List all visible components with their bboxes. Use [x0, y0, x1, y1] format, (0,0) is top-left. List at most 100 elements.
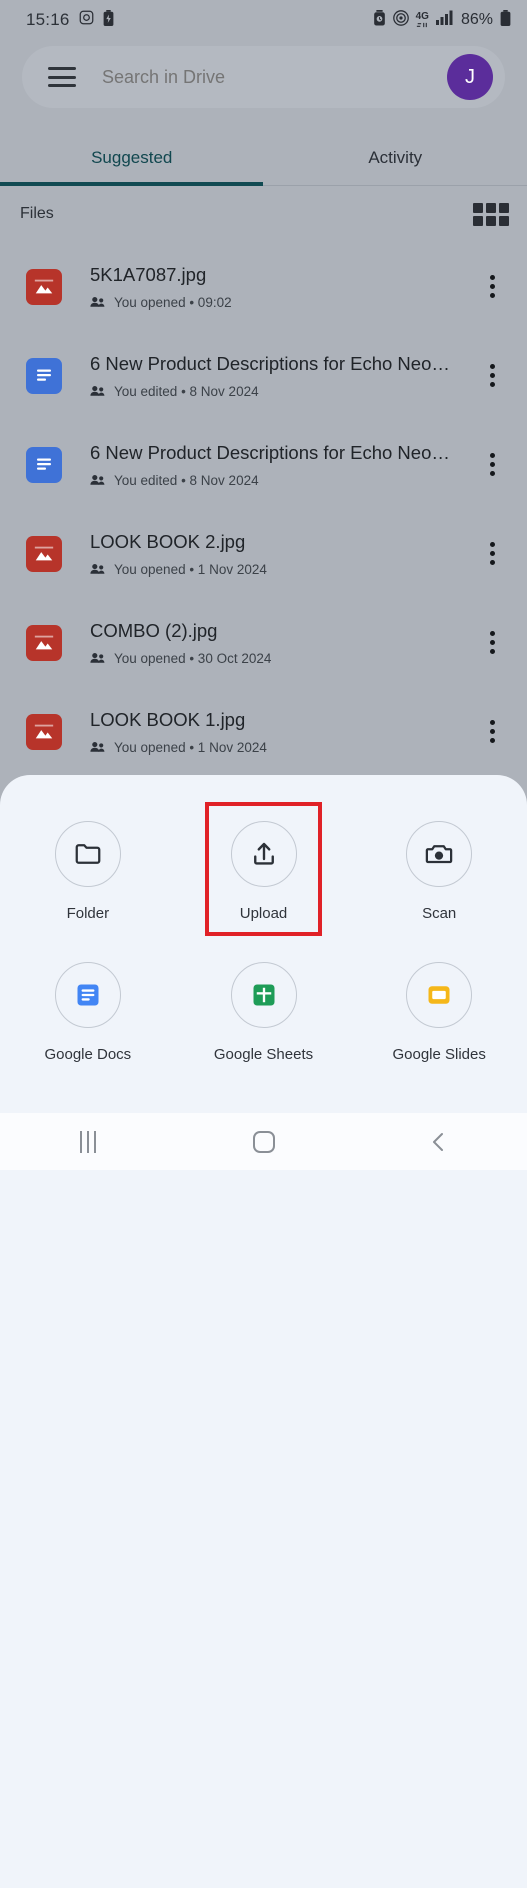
image-file-icon: [26, 714, 62, 750]
table-row[interactable]: LOOK BOOK 1.jpg You opened • 1 Nov 2024: [0, 687, 527, 776]
google-slides-button[interactable]: Google Slides: [351, 952, 527, 1075]
table-row[interactable]: 6 New Product Descriptions for Echo Neo……: [0, 420, 527, 509]
upload-label: Upload: [240, 905, 288, 922]
google-docs-file-icon: [26, 358, 62, 394]
google-sheets-icon-circle: [231, 962, 297, 1028]
people-icon: [90, 385, 106, 397]
file-name: 6 New Product Descriptions for Echo Neo…: [90, 442, 475, 464]
tab-suggested-label: Suggested: [91, 148, 172, 168]
file-meta: You edited • 8 Nov 2024: [90, 473, 475, 488]
google-docs-icon-circle: [55, 962, 121, 1028]
tab-activity-label: Activity: [368, 148, 422, 168]
nav-recents-button[interactable]: [0, 1131, 176, 1153]
tab-activity[interactable]: Activity: [264, 130, 527, 185]
google-sheets-icon: [250, 981, 278, 1009]
network-4g-icon: 4G: [416, 12, 429, 28]
battery-saver-icon: [103, 10, 114, 31]
file-meta-text: You opened • 30 Oct 2024: [114, 651, 271, 666]
nav-back-button[interactable]: [351, 1130, 527, 1154]
create-folder-label: Folder: [67, 905, 110, 922]
image-file-icon: [26, 269, 62, 305]
file-name: LOOK BOOK 2.jpg: [90, 531, 475, 553]
recents-icon: [80, 1131, 96, 1153]
table-row[interactable]: 5K1A7087.jpg You opened • 09:02: [0, 242, 527, 331]
file-list: 5K1A7087.jpg You opened • 09:02 6 New Pr…: [0, 242, 527, 776]
back-chevron-icon: [429, 1130, 449, 1154]
file-more-options-button[interactable]: [475, 364, 509, 387]
google-slides-icon-circle: [406, 962, 472, 1028]
file-meta: You opened • 30 Oct 2024: [90, 651, 475, 666]
tab-bar: Suggested Activity: [0, 130, 527, 186]
google-docs-label: Google Docs: [44, 1046, 131, 1063]
file-more-options-button[interactable]: [475, 542, 509, 565]
hotspot-icon: [393, 10, 409, 31]
scan-label: Scan: [422, 905, 456, 922]
google-sheets-button[interactable]: Google Sheets: [176, 952, 352, 1075]
file-more-options-button[interactable]: [475, 453, 509, 476]
people-icon: [90, 652, 106, 664]
folder-icon: [73, 839, 103, 869]
people-icon: [90, 741, 106, 753]
grid-view-icon[interactable]: [473, 203, 509, 226]
scan-button[interactable]: Scan: [351, 811, 527, 934]
file-name: 5K1A7087.jpg: [90, 264, 475, 286]
google-slides-label: Google Slides: [392, 1046, 485, 1063]
file-meta-text: You opened • 1 Nov 2024: [114, 740, 267, 755]
google-docs-button[interactable]: Google Docs: [0, 952, 176, 1075]
battery-percent-label: 86%: [461, 11, 493, 29]
people-icon: [90, 296, 106, 308]
file-text: LOOK BOOK 1.jpg You opened • 1 Nov 2024: [62, 709, 475, 755]
file-meta: You opened • 1 Nov 2024: [90, 562, 475, 577]
upload-button[interactable]: Upload: [176, 811, 352, 934]
file-more-options-button[interactable]: [475, 631, 509, 654]
avatar[interactable]: J: [447, 54, 493, 100]
google-docs-file-icon: [26, 447, 62, 483]
status-bar: 15:16 4G 86%: [0, 0, 527, 40]
create-sheet-row-1: Folder Upload Scan: [0, 811, 527, 934]
table-row[interactable]: COMBO (2).jpg You opened • 30 Oct 2024: [0, 598, 527, 687]
file-text: 5K1A7087.jpg You opened • 09:02: [62, 264, 475, 310]
file-text: LOOK BOOK 2.jpg You opened • 1 Nov 2024: [62, 531, 475, 577]
file-name: COMBO (2).jpg: [90, 620, 475, 642]
file-text: 6 New Product Descriptions for Echo Neo……: [62, 353, 475, 399]
file-meta: You opened • 1 Nov 2024: [90, 740, 475, 755]
file-text: COMBO (2).jpg You opened • 30 Oct 2024: [62, 620, 475, 666]
file-name: LOOK BOOK 1.jpg: [90, 709, 475, 731]
upload-icon: [249, 839, 279, 869]
google-docs-icon: [74, 981, 102, 1009]
alarm-icon: [373, 10, 386, 31]
status-clock: 15:16: [26, 10, 70, 30]
tab-suggested[interactable]: Suggested: [0, 130, 264, 185]
scan-icon-circle: [406, 821, 472, 887]
google-sheets-label: Google Sheets: [214, 1046, 313, 1063]
file-meta-text: You opened • 09:02: [114, 295, 232, 310]
file-more-options-button[interactable]: [475, 275, 509, 298]
image-file-icon: [26, 536, 62, 572]
camera-icon: [79, 10, 94, 30]
network-4g-label: 4G: [416, 12, 429, 22]
create-bottom-sheet: Folder Upload Scan: [0, 775, 527, 1888]
file-name: 6 New Product Descriptions for Echo Neo…: [90, 353, 475, 375]
search-bar[interactable]: J: [22, 46, 505, 108]
search-input[interactable]: [76, 67, 447, 88]
people-icon: [90, 474, 106, 486]
folder-icon-circle: [55, 821, 121, 887]
create-folder-button[interactable]: Folder: [0, 811, 176, 934]
hamburger-menu-icon[interactable]: [48, 67, 76, 87]
table-row[interactable]: 6 New Product Descriptions for Echo Neo……: [0, 331, 527, 420]
file-meta: You edited • 8 Nov 2024: [90, 384, 475, 399]
android-nav-bar: [0, 1113, 527, 1170]
file-meta: You opened • 09:02: [90, 295, 475, 310]
file-more-options-button[interactable]: [475, 720, 509, 743]
signal-bars-icon: [436, 10, 454, 30]
camera-scan-icon: [424, 839, 454, 869]
files-section-header: Files: [0, 186, 527, 242]
google-slides-icon: [425, 981, 453, 1009]
nav-home-button[interactable]: [176, 1131, 352, 1153]
file-meta-text: You edited • 8 Nov 2024: [114, 473, 259, 488]
file-meta-text: You edited • 8 Nov 2024: [114, 384, 259, 399]
file-text: 6 New Product Descriptions for Echo Neo……: [62, 442, 475, 488]
table-row[interactable]: LOOK BOOK 2.jpg You opened • 1 Nov 2024: [0, 509, 527, 598]
create-sheet-row-2: Google Docs Google Sheets Google Slides: [0, 952, 527, 1075]
status-bar-right: 4G 86%: [373, 10, 511, 31]
